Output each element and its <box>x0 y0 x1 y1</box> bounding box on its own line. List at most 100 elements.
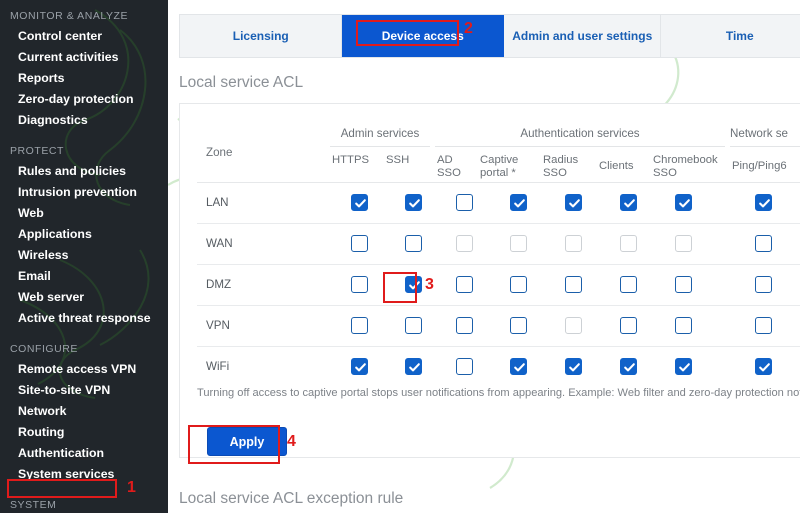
checkbox-lan-captive-portal[interactable] <box>510 194 527 211</box>
sidebar-item-site-to-site-vpn[interactable]: Site-to-site VPN <box>0 380 168 401</box>
checkbox-vpn-captive-portal[interactable] <box>510 317 527 334</box>
sidebar-item-applications[interactable]: Applications <box>0 224 168 245</box>
column-header-ad-sso: AD SSO <box>437 154 461 179</box>
row-zone-label: WiFi <box>206 360 230 373</box>
checkbox-vpn-ping-ping6[interactable] <box>755 317 772 334</box>
checkbox-wan-chromebook-sso <box>675 235 692 252</box>
tab-time[interactable]: Time <box>661 15 800 57</box>
column-header-ping-ping6: Ping/Ping6 <box>732 160 787 172</box>
column-header-clients: Clients <box>599 160 634 172</box>
sidebar-item-remote-access-vpn[interactable]: Remote access VPN <box>0 359 168 380</box>
sidebar-item-reports[interactable]: Reports <box>0 68 168 89</box>
annotation-number-3: 3 <box>425 276 434 293</box>
checkbox-lan-ad-sso[interactable] <box>456 194 473 211</box>
checkbox-vpn-ad-sso[interactable] <box>456 317 473 334</box>
acl-table: Zone Admin services Authentication servi… <box>180 104 800 456</box>
column-header-ssh: SSH <box>386 154 410 166</box>
checkbox-dmz-captive-portal[interactable] <box>510 276 527 293</box>
annotation-box-1 <box>7 479 117 498</box>
column-header-radius-sso: Radius SSO <box>543 154 579 179</box>
sidebar-item-active-threat-response[interactable]: Active threat response <box>0 308 168 329</box>
sidebar-item-control-center[interactable]: Control center <box>0 26 168 47</box>
sidebar-item-current-activities[interactable]: Current activities <box>0 47 168 68</box>
checkbox-wifi-https[interactable] <box>351 358 368 375</box>
checkbox-vpn-radius-sso <box>565 317 582 334</box>
local-service-acl-panel: Zone Admin services Authentication servi… <box>179 103 800 458</box>
checkbox-wifi-captive-portal[interactable] <box>510 358 527 375</box>
checkbox-wan-https[interactable] <box>351 235 368 252</box>
column-header-captive-portal: Captive portal * <box>480 154 519 179</box>
section-title-local-service-acl: Local service ACL <box>179 74 304 91</box>
sidebar-divider-2 <box>0 329 168 337</box>
checkbox-wifi-chromebook-sso[interactable] <box>675 358 692 375</box>
checkbox-lan-radius-sso[interactable] <box>565 194 582 211</box>
checkbox-vpn-chromebook-sso[interactable] <box>675 317 692 334</box>
checkbox-wifi-ad-sso[interactable] <box>456 358 473 375</box>
table-body: LAN WAN DMZ VPN WiFi <box>197 182 800 387</box>
checkbox-vpn-https[interactable] <box>351 317 368 334</box>
tab-admin-and-user-settings[interactable]: Admin and user settings <box>504 15 662 57</box>
sidebar-item-routing[interactable]: Routing <box>0 422 168 443</box>
annotation-number-2: 2 <box>464 20 473 37</box>
sidebar-item-zero-day-protection[interactable]: Zero-day protection <box>0 89 168 110</box>
sidebar: MONITOR & ANALYZE Control center Current… <box>0 0 168 513</box>
checkbox-wifi-clients[interactable] <box>620 358 637 375</box>
annotation-number-1: 1 <box>127 479 136 496</box>
group-rule-authentication-services <box>435 146 725 147</box>
group-rule-network-services <box>730 146 800 147</box>
checkbox-lan-https[interactable] <box>351 194 368 211</box>
checkbox-lan-ping-ping6[interactable] <box>755 194 772 211</box>
checkbox-wan-ping-ping6[interactable] <box>755 235 772 252</box>
sidebar-item-web-server[interactable]: Web server <box>0 287 168 308</box>
group-header-admin-services: Admin services <box>340 127 420 140</box>
annotation-box-4 <box>188 425 280 464</box>
sidebar-item-diagnostics[interactable]: Diagnostics <box>0 110 168 131</box>
checkbox-dmz-radius-sso[interactable] <box>565 276 582 293</box>
table-row: DMZ <box>197 265 800 306</box>
checkbox-dmz-ping-ping6[interactable] <box>755 276 772 293</box>
sidebar-menu: MONITOR & ANALYZE Control center Current… <box>0 0 168 513</box>
row-zone-label: VPN <box>206 319 230 332</box>
checkbox-dmz-chromebook-sso[interactable] <box>675 276 692 293</box>
checkbox-wifi-ssh[interactable] <box>405 358 422 375</box>
sidebar-item-web[interactable]: Web <box>0 203 168 224</box>
checkbox-lan-ssh[interactable] <box>405 194 422 211</box>
tab-licensing[interactable]: Licensing <box>180 15 343 57</box>
checkbox-dmz-https[interactable] <box>351 276 368 293</box>
sidebar-item-rules-and-policies[interactable]: Rules and policies <box>0 161 168 182</box>
sidebar-item-wireless[interactable]: Wireless <box>0 245 168 266</box>
checkbox-wan-radius-sso <box>565 235 582 252</box>
table-row: WAN <box>197 224 800 265</box>
checkbox-wan-ssh[interactable] <box>405 235 422 252</box>
sidebar-group-title-protect: PROTECT <box>10 145 65 157</box>
group-rule-admin-services <box>330 146 430 147</box>
checkbox-vpn-ssh[interactable] <box>405 317 422 334</box>
annotation-number-4: 4 <box>287 433 296 450</box>
checkbox-wan-clients <box>620 235 637 252</box>
sidebar-item-authentication[interactable]: Authentication <box>0 443 168 464</box>
checkbox-wifi-radius-sso[interactable] <box>565 358 582 375</box>
column-header-chromebook-sso: Chromebook SSO <box>653 154 718 179</box>
table-header: Zone Admin services Authentication servi… <box>180 104 800 182</box>
checkbox-vpn-clients[interactable] <box>620 317 637 334</box>
group-header-authentication-services: Authentication services <box>520 127 640 140</box>
annotation-box-2 <box>356 20 459 46</box>
checkbox-wifi-ping-ping6[interactable] <box>755 358 772 375</box>
checkbox-dmz-ad-sso[interactable] <box>456 276 473 293</box>
group-header-network-services: Network se <box>730 127 788 140</box>
checkbox-dmz-clients[interactable] <box>620 276 637 293</box>
checkbox-wan-captive-portal <box>510 235 527 252</box>
sidebar-item-intrusion-prevention[interactable]: Intrusion prevention <box>0 182 168 203</box>
table-row: WiFi <box>197 347 800 387</box>
sidebar-group-title-monitor: MONITOR & ANALYZE <box>10 10 129 22</box>
tab-bar: Licensing Device access Admin and user s… <box>179 14 800 58</box>
checkbox-wan-ad-sso <box>456 235 473 252</box>
sidebar-item-network[interactable]: Network <box>0 401 168 422</box>
column-header-https: HTTPS <box>332 154 370 166</box>
captive-portal-footnote: Turning off access to captive portal sto… <box>197 387 800 399</box>
row-zone-label: WAN <box>206 237 233 250</box>
checkbox-lan-chromebook-sso[interactable] <box>675 194 692 211</box>
sidebar-item-email[interactable]: Email <box>0 266 168 287</box>
row-zone-label: DMZ <box>206 278 232 291</box>
checkbox-lan-clients[interactable] <box>620 194 637 211</box>
